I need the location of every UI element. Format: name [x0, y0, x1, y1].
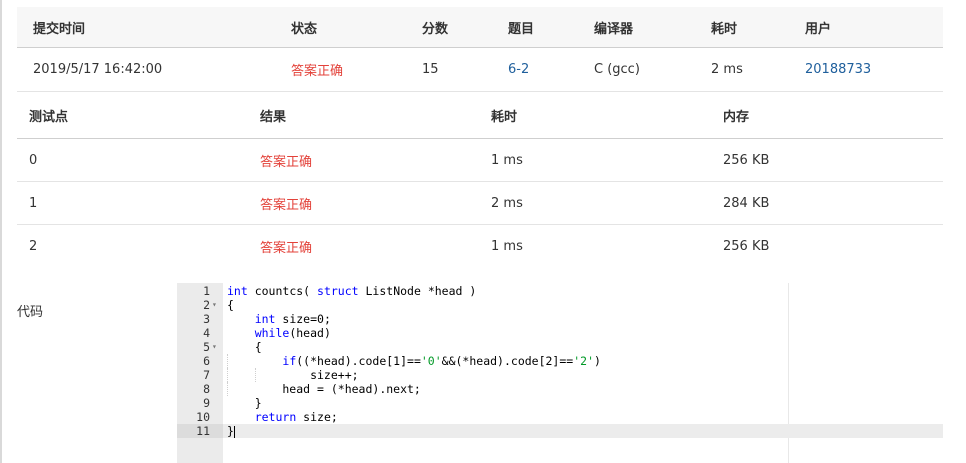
code-line: 1 int countcs( struct ListNode *head ) [177, 284, 943, 298]
code-text: if((*head).code[1]=='0'&&(*head).code[2]… [282, 354, 601, 368]
code-line: 6 if((*head).code[1]=='0'&&(*head).code[… [177, 354, 943, 368]
line-number: 11 [196, 424, 210, 438]
line-number: 2 [203, 298, 210, 312]
code-line: 4 while(head) [177, 326, 943, 340]
code-line: 3 int size=0; [177, 312, 943, 326]
header-testcase: 测试点 [29, 110, 69, 125]
line-number: 7 [203, 368, 210, 382]
testcase-row: 0 答案正确 1 ms 256 KB [17, 139, 943, 182]
submission-table: 提交时间 状态 分数 题目 编译器 耗时 用户 2019/5/17 16:42:… [17, 7, 943, 92]
status-value: 答案正确 [291, 64, 344, 79]
header-submit-time: 提交时间 [33, 21, 86, 37]
header-user: 用户 [805, 21, 832, 37]
header-memory: 内存 [723, 110, 750, 125]
testcase-time: 2 ms [491, 195, 523, 211]
page-left-border [0, 0, 2, 463]
code-text: return size; [254, 410, 338, 424]
testcase-result: 答案正确 [260, 154, 313, 170]
line-number: 9 [203, 396, 210, 410]
line-number: 5 [203, 340, 210, 354]
code-line: 7 size++; [177, 368, 943, 382]
header-score: 分数 [422, 21, 449, 37]
testcase-result: 答案正确 [260, 241, 313, 256]
code-line: 2 ▾ { [177, 298, 943, 312]
text-cursor [233, 425, 235, 438]
header-compiler: 编译器 [594, 21, 634, 37]
code-text: while(head) [254, 326, 331, 340]
submission-row: 2019/5/17 16:42:00 答案正确 15 6-2 C (gcc) 2… [17, 48, 943, 92]
compiler-value: C (gcc) [594, 62, 640, 77]
testcase-memory: 256 KB [723, 239, 770, 254]
header-time: 耗时 [491, 110, 518, 125]
header-status: 状态 [291, 21, 318, 37]
testcase-id: 2 [29, 239, 38, 254]
code-text: size++; [227, 368, 359, 382]
line-number: 10 [196, 410, 210, 424]
testcase-header-row: 测试点 结果 耗时 内存 [17, 93, 943, 139]
code-text: { [227, 298, 234, 312]
header-result: 结果 [260, 110, 287, 125]
duration-value: 2 ms [711, 62, 743, 77]
code-text: { [227, 340, 262, 354]
submission-header-row: 提交时间 状态 分数 题目 编译器 耗时 用户 [17, 7, 943, 48]
code-line-active: 11 } [177, 424, 943, 438]
testcase-row: 1 答案正确 2 ms 284 KB [17, 182, 943, 225]
code-line: 5 ▾ { [177, 340, 943, 354]
testcase-row: 2 答案正确 1 ms 256 KB [17, 225, 943, 268]
code-label: 代码 [17, 305, 44, 320]
code-editor[interactable]: 1 int countcs( struct ListNode *head ) 2… [177, 283, 943, 463]
header-duration: 耗时 [711, 21, 738, 37]
line-number: 3 [203, 312, 210, 326]
testcase-memory: 284 KB [723, 195, 770, 211]
testcase-time: 1 ms [491, 152, 523, 168]
problem-link[interactable]: 6-2 [508, 48, 529, 91]
user-link[interactable]: 20188733 [805, 48, 871, 91]
code-line: 9 } [177, 396, 943, 410]
line-number: 1 [203, 284, 210, 298]
code-line: 10 return size; [177, 410, 943, 424]
line-number: 4 [203, 326, 210, 340]
code-text: head = (*head).next; [227, 382, 421, 396]
testcase-time: 1 ms [491, 239, 523, 254]
testcase-id: 1 [29, 195, 38, 211]
fold-toggle-icon[interactable]: ▾ [212, 340, 221, 354]
code-line: 8 head = (*head).next; [177, 382, 943, 396]
testcase-table: 测试点 结果 耗时 内存 0 答案正确 1 ms 256 KB 1 答案正确 2… [17, 93, 943, 268]
code-text: int countcs( struct ListNode *head ) [227, 284, 477, 298]
code-text: int size=0; [254, 312, 331, 326]
header-problem: 题目 [508, 21, 535, 37]
line-number: 6 [203, 354, 210, 368]
submit-time-value: 2019/5/17 16:42:00 [33, 62, 163, 77]
score-value: 15 [422, 62, 439, 77]
testcase-id: 0 [29, 152, 38, 168]
testcase-result: 答案正确 [260, 197, 313, 213]
code-text: } [227, 424, 235, 438]
line-number: 8 [203, 382, 210, 396]
code-text: } [227, 396, 262, 410]
fold-toggle-icon[interactable]: ▾ [212, 298, 221, 312]
testcase-memory: 256 KB [723, 152, 770, 168]
